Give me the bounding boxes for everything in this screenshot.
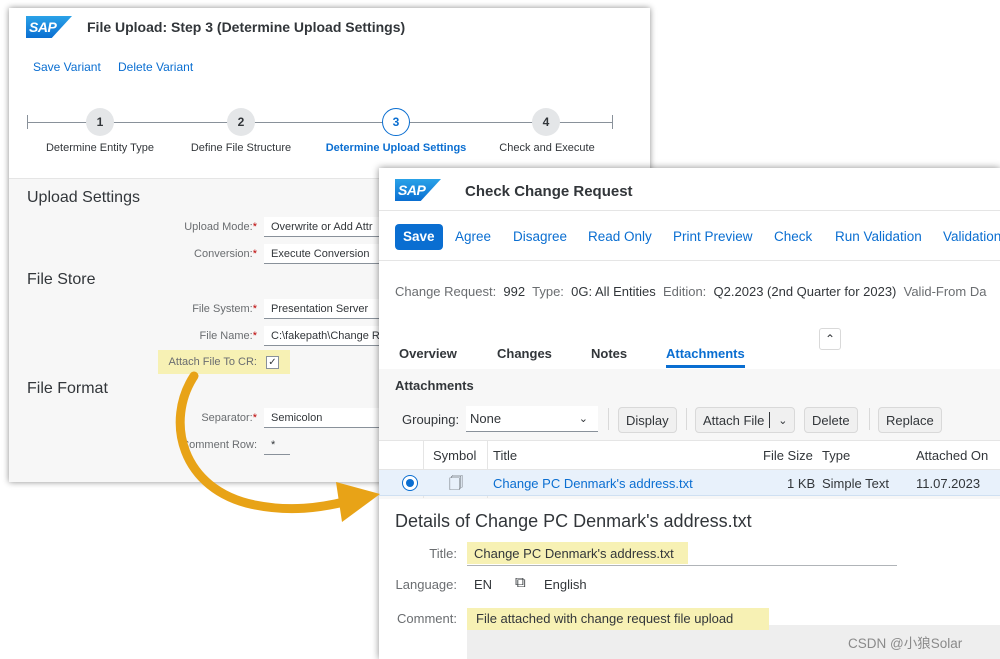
file-name-label: File Name:* [199,330,257,342]
display-button[interactable]: Display [618,407,677,433]
toolbar-divider [379,260,1000,261]
sap-logo: SAP [26,16,72,38]
tab-attachments[interactable]: Attachments [666,346,745,368]
wizard-step-4[interactable]: 4 [532,108,560,136]
tab-overview[interactable]: Overview [399,346,457,361]
detail-title-label: Title: [429,546,457,561]
check-button[interactable]: Check [774,224,812,250]
conversion-field[interactable]: Execute Conversion [264,244,384,264]
validation-button[interactable]: Validation [943,224,1000,250]
file-upload-header: SAP File Upload: Step 3 (Determine Uploa… [9,8,650,179]
details-heading: Details of Change PC Denmark's address.t… [395,511,752,531]
comment-field[interactable]: File attached with change request file u… [476,611,733,626]
arrow-head [336,482,380,522]
file-name-field[interactable]: C:\fakepath\Change R [264,326,384,346]
document-icon: 🗍 [449,475,463,491]
tab-notes[interactable]: Notes [591,346,627,361]
row-select-radio[interactable] [402,475,418,491]
attachment-date: 11.07.2023 [916,476,981,491]
comment-label: Comment: [397,611,457,626]
check-change-request-window: SAP Check Change Request Save Agree Disa… [379,168,1000,659]
save-variant-link[interactable]: Save Variant [33,60,101,74]
wizard-step-3-label: Determine Upload Settings [325,142,467,154]
chevron-down-icon[interactable]: ⌄ [778,408,787,434]
column-file-size[interactable]: File Size [763,448,813,463]
tab-changes[interactable]: Changes [497,346,552,361]
column-attached-on[interactable]: Attached On [916,448,988,463]
toolbar-separator [869,408,870,430]
conversion-label: Conversion:* [194,248,257,260]
upload-mode-label: Upload Mode:* [184,221,257,233]
agree-button[interactable]: Agree [455,224,491,250]
toolbar-separator [686,408,687,430]
attachments-heading: Attachments [395,378,474,393]
column-title[interactable]: Title [493,448,517,463]
cr-number: 992 [503,284,526,299]
attachment-title-link[interactable]: Change PC Denmark's address.txt [493,476,693,491]
language-code: EN [474,577,493,592]
column-type[interactable]: Type [822,448,850,463]
separator-field[interactable]: Semicolon [264,408,384,428]
print-preview-button[interactable]: Print Preview [673,224,753,250]
watermark: CSDN @小狼Solar [848,636,963,651]
wizard-step-2[interactable]: 2 [227,108,255,136]
separator-label: Separator:* [201,412,257,424]
sap-logo: SAP [395,179,441,201]
value-help-icon[interactable]: ⧉ [515,574,526,591]
upload-settings-heading: Upload Settings [27,189,140,206]
attachment-type: Simple Text [822,476,889,491]
delete-button[interactable]: Delete [804,407,858,433]
wizard-step-2-label: Define File Structure [190,142,292,154]
page-title: File Upload: Step 3 (Determine Upload Se… [87,19,406,35]
comment-row-field[interactable]: * [264,435,290,455]
title-underline [467,565,897,566]
column-symbol[interactable]: Symbol [433,448,476,463]
file-store-heading: File Store [27,271,96,288]
language-label: Language: [395,577,457,592]
change-request-info: Change Request: 992 Type: 0G: All Entiti… [395,284,987,299]
language-name: English [544,577,587,592]
file-format-heading: File Format [27,380,108,397]
save-button[interactable]: Save [395,224,443,250]
comment-row-label: Comment Row: [181,439,257,451]
wizard-end-tick [612,115,613,129]
run-validation-button[interactable]: Run Validation [835,224,922,250]
chevron-down-icon: ⌄ [578,413,588,425]
wizard-step-4-label: Check and Execute [499,142,595,154]
attach-file-button[interactable]: Attach File ⌄ [695,407,796,434]
header-divider [379,210,1000,211]
delete-variant-link[interactable]: Delete Variant [118,60,193,74]
split-divider [769,412,771,428]
wizard-line [27,122,613,123]
grouping-label: Grouping: [402,412,460,427]
file-system-label: File System:* [192,303,257,315]
upload-mode-field[interactable]: Overwrite or Add Attr [264,217,384,237]
detail-title-field[interactable]: Change PC Denmark's address.txt [474,546,674,561]
collapse-header-button[interactable]: ⌃ [819,328,841,350]
replace-button[interactable]: Replace [878,407,942,433]
wizard-step-1-label: Determine Entity Type [45,142,155,154]
wizard-step-1[interactable]: 1 [86,108,114,136]
attach-file-label: Attach File To CR: [168,356,257,368]
disagree-button[interactable]: Disagree [513,224,567,250]
file-system-field[interactable]: Presentation Server [264,299,384,319]
wizard-step-3[interactable]: 3 [382,108,410,136]
read-only-button[interactable]: Read Only [588,224,652,250]
attach-file-checkbox[interactable]: ✓ [266,356,279,369]
window-title: Check Change Request [465,183,633,200]
grouping-select[interactable]: None ⌄ [466,406,598,432]
attachment-size: 1 KB [787,476,816,491]
toolbar-separator [608,408,609,430]
